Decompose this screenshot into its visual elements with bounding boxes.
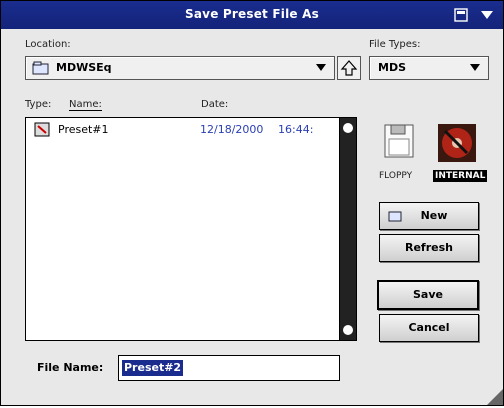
file-types-select[interactable]: MDS (369, 56, 489, 80)
internal-drive[interactable] (437, 123, 477, 163)
resize-handle[interactable] (487, 389, 503, 405)
preset-file-icon (34, 122, 50, 137)
new-button-label: New (420, 209, 448, 222)
refresh-button-label: Refresh (405, 241, 453, 254)
file-name: Preset#1 (58, 123, 109, 136)
cancel-button[interactable]: Cancel (379, 314, 479, 342)
type-column-label: Type: (25, 99, 52, 110)
window-title: Save Preset File As (185, 7, 319, 21)
hard-drive-icon (438, 124, 476, 162)
refresh-button[interactable]: Refresh (379, 234, 479, 262)
list-item[interactable]: Preset#1 12/18/2000 16:44: (28, 122, 338, 138)
window-shade-icon (454, 8, 468, 22)
chevron-down-icon (316, 64, 326, 71)
name-column-header[interactable]: Name: (69, 99, 102, 111)
file-date: 12/18/2000 (200, 123, 264, 136)
up-folder-button[interactable] (337, 56, 361, 80)
scroll-down-arrow-icon[interactable] (340, 322, 356, 338)
window-shade-button[interactable] (453, 7, 469, 23)
date-column-header[interactable]: Date: (201, 99, 228, 110)
file-types-value: MDS (378, 61, 406, 74)
location-value: MDWSEq (56, 61, 112, 74)
save-preset-dialog: Save Preset File As Location: MDWSEq Fil… (0, 0, 504, 406)
file-list[interactable]: Preset#1 12/18/2000 16:44: (25, 117, 341, 341)
triangle-down-icon (481, 11, 493, 19)
file-time: 16:44: (278, 123, 314, 136)
chevron-down-icon (470, 64, 480, 71)
file-name-input[interactable]: Preset#2 (118, 355, 340, 381)
collapse-button[interactable] (479, 7, 495, 23)
location-label: Location: (25, 39, 71, 50)
save-button-label: Save (413, 288, 443, 301)
up-arrow-icon (340, 60, 358, 76)
file-name-label: File Name: (37, 361, 104, 374)
new-folder-icon (388, 211, 402, 222)
internal-label: INTERNAL (433, 170, 488, 182)
floppy-disk-icon (384, 124, 414, 158)
location-select[interactable]: MDWSEq (25, 56, 335, 80)
vertical-scrollbar[interactable] (339, 117, 357, 341)
scroll-up-arrow-icon[interactable] (340, 120, 356, 136)
save-button[interactable]: Save (377, 280, 479, 310)
file-name-value: Preset#2 (122, 360, 184, 376)
resize-grip-icon (487, 389, 503, 405)
new-button[interactable]: New (379, 202, 479, 230)
floppy-drive[interactable] (379, 123, 419, 159)
file-types-label: File Types: (369, 39, 421, 50)
floppy-label: FLOPPY (379, 171, 413, 181)
folder-icon (32, 61, 49, 75)
title-bar[interactable]: Save Preset File As (1, 1, 503, 29)
cancel-button-label: Cancel (408, 321, 450, 334)
